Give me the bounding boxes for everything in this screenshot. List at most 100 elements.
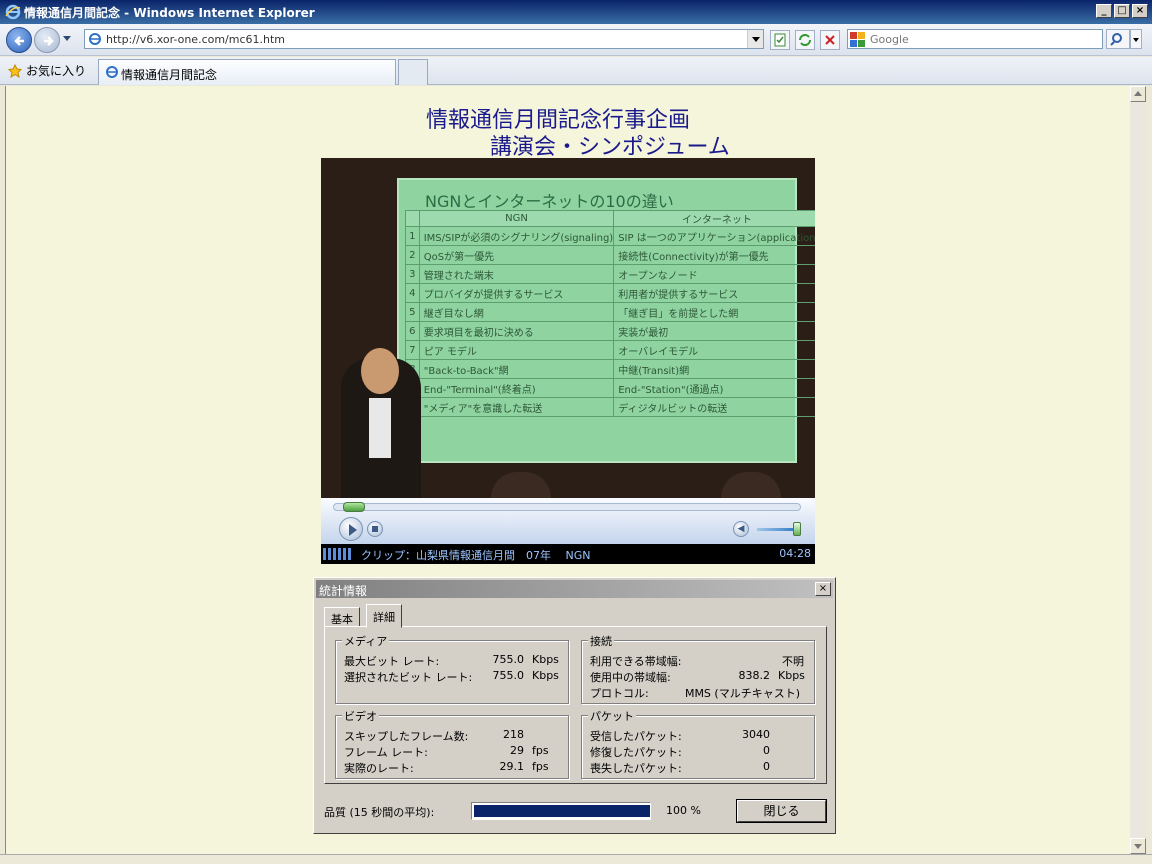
vertical-scrollbar[interactable] <box>1130 86 1146 854</box>
forward-button[interactable] <box>34 27 60 53</box>
new-tab-button[interactable] <box>398 59 428 85</box>
scroll-up-button[interactable] <box>1130 86 1146 102</box>
skipped-frames-label: スキップしたフレーム数: <box>344 730 469 743</box>
player-controls: ◀ <box>321 498 815 544</box>
connection-group: 接続 利用できる帯域幅: 不明 使用中の帯域幅: 838.2 Kbps プロトコ… <box>581 633 815 704</box>
maximize-button[interactable]: □ <box>1114 4 1130 18</box>
scroll-down-button[interactable] <box>1130 838 1146 854</box>
tab-current[interactable]: 情報通信月間記念 <box>98 59 396 85</box>
dialog-close-x[interactable]: × <box>815 582 831 596</box>
slide-row-number: 4 <box>405 283 420 303</box>
slide-cell-inet: SIP は一つのアプリケーション(application) <box>613 226 815 246</box>
slide-row: 1 IMS/SIPが必須のシグナリング(signaling) SIP は一つのアプリ… <box>405 226 815 246</box>
ie-logo-icon <box>5 4 21 20</box>
favorites-button[interactable]: お気に入り <box>8 62 86 79</box>
packets-group: パケット 受信したパケット: 3040 修復したパケット: 0 喪失したパケット… <box>581 708 815 779</box>
slide-title: NGNとインターネットの10の違い <box>425 192 674 211</box>
search-button[interactable] <box>1106 29 1130 49</box>
quality-bar <box>471 802 651 820</box>
quality-label: 品質 (15 秒間の平均): <box>324 806 435 819</box>
slide-cell-ngn: IMS/SIPが必須のシグナリング(signaling) <box>418 226 615 246</box>
window-titlebar: 情報通信月間記念 - Windows Internet Explorer _ □… <box>0 0 1152 24</box>
stream-indicator-icon <box>323 548 353 560</box>
page-subheading: 講演会・シンポジューム <box>490 135 730 160</box>
refresh-button[interactable] <box>795 30 815 50</box>
back-button[interactable] <box>6 27 32 53</box>
minimize-button[interactable]: _ <box>1096 4 1112 18</box>
max-bitrate-label: 最大ビット レート: <box>344 655 440 668</box>
slide-cell-ngn: 管理された端末 <box>418 264 615 284</box>
seek-bar[interactable] <box>333 502 801 512</box>
seek-knob[interactable] <box>342 502 365 512</box>
stop-button[interactable] <box>820 30 840 50</box>
slide-cell-ngn: "メディア"を意識した転送 <box>418 397 615 417</box>
star-icon <box>8 63 22 78</box>
received-packets-label: 受信したパケット: <box>590 730 682 743</box>
play-button[interactable] <box>339 517 363 541</box>
slide-row: 10"メディア"を意識した転送ディジタルビットの転送 <box>405 397 815 417</box>
slide-row: 6 要求項目を最初に決める 実装が最初 <box>405 321 815 341</box>
lost-packets-value: 0 <box>763 760 770 773</box>
stop-playback-button[interactable] <box>367 521 383 537</box>
slide-cell-inet: 実装が最初 <box>613 321 815 341</box>
audience-head <box>491 472 551 498</box>
favorites-bar: お気に入り 情報通信月間記念 <box>0 57 1152 85</box>
search-box[interactable]: Google <box>847 29 1103 49</box>
slide-row: 8"Back-to-Back"網中継(Transit)網 <box>405 359 815 379</box>
protocol-value: MMS (マルチキャスト) <box>684 687 800 700</box>
used-bandwidth-unit: Kbps <box>778 669 805 682</box>
slide-row: 9End-"Terminal"(終着点)End-"Station"(通過点) <box>405 378 815 398</box>
address-url[interactable]: http://v6.xor-one.com/mc61.htm <box>106 33 285 46</box>
compatibility-button[interactable] <box>770 30 790 50</box>
slide-col-inet: インターネット <box>613 210 815 227</box>
volume-slider[interactable] <box>757 528 797 531</box>
search-provider-dropdown[interactable] <box>1130 29 1142 49</box>
mute-speaker-icon[interactable]: ◀ <box>733 521 749 537</box>
slide-cell-ngn: 継ぎ目なし網 <box>418 302 615 322</box>
close-button[interactable]: 閉じる <box>737 800 826 822</box>
history-dropdown[interactable] <box>63 36 71 41</box>
video-group: ビデオ スキップしたフレーム数: 218 フレーム レート: 29 fps 実際… <box>335 708 569 779</box>
slide-row-number: 3 <box>405 264 420 284</box>
skipped-frames-value: 218 <box>503 728 524 741</box>
slide-col-num <box>405 210 420 227</box>
used-bandwidth-value: 838.2 <box>738 669 771 682</box>
slide-row: 7 ピア モデル オーバレイモデル <box>405 340 815 360</box>
selected-bitrate-label: 選択されたビット レート: <box>344 671 473 684</box>
video-legend: ビデオ <box>342 708 379 724</box>
slide-row-number: 6 <box>405 321 420 341</box>
max-bitrate-value: 755.0 <box>492 653 525 666</box>
actual-rate-value: 29.1 <box>499 760 525 773</box>
frame-rate-value: 29 <box>510 744 524 757</box>
video-frame[interactable]: NGNとインターネットの10の違い NGN インターネット 1 IMS/SIPが必… <box>321 158 815 498</box>
close-window-button[interactable]: × <box>1132 4 1148 18</box>
page-ie-icon <box>89 33 101 45</box>
forward-arrow-icon <box>44 36 54 46</box>
back-arrow-icon <box>14 36 24 46</box>
selected-bitrate-unit: Kbps <box>532 669 559 682</box>
protocol-label: プロトコル: <box>590 687 649 700</box>
tab-details[interactable]: 詳細 <box>366 604 402 628</box>
frame-rate-label: フレーム レート: <box>344 746 428 759</box>
slide-cell-inet: 「継ぎ目」を前提とした網 <box>613 302 815 322</box>
slide-cell-inet: 中継(Transit)網 <box>613 359 815 379</box>
compat-icon <box>774 33 786 47</box>
slide-col-ngn: NGN <box>418 210 615 227</box>
search-placeholder: Google <box>870 33 909 46</box>
packets-legend: パケット <box>588 708 636 724</box>
connection-legend: 接続 <box>588 633 614 649</box>
slide-cell-inet: オーバレイモデル <box>613 340 815 360</box>
selected-bitrate-value: 755.0 <box>492 669 525 682</box>
slide-row: 3 管理された端末 オープンなノード <box>405 264 815 284</box>
slide-row: 2 QoSが第一優先 接続性(Connectivity)が第一優先 <box>405 245 815 265</box>
volume-knob[interactable] <box>793 522 801 536</box>
address-dropdown[interactable] <box>747 30 763 48</box>
dialog-title: 統計情報 <box>319 584 368 598</box>
slide-cell-inet: ディジタルビットの転送 <box>613 397 815 417</box>
slide-cell-inet: End-"Station"(通過点) <box>613 378 815 398</box>
slide-cell-inet: 利用者が提供するサービス <box>613 283 815 303</box>
status-bar <box>0 854 1152 864</box>
tab-basic[interactable]: 基本 <box>324 607 360 627</box>
max-bitrate-unit: Kbps <box>532 653 559 666</box>
address-bar[interactable]: http://v6.xor-one.com/mc61.htm <box>84 29 764 49</box>
